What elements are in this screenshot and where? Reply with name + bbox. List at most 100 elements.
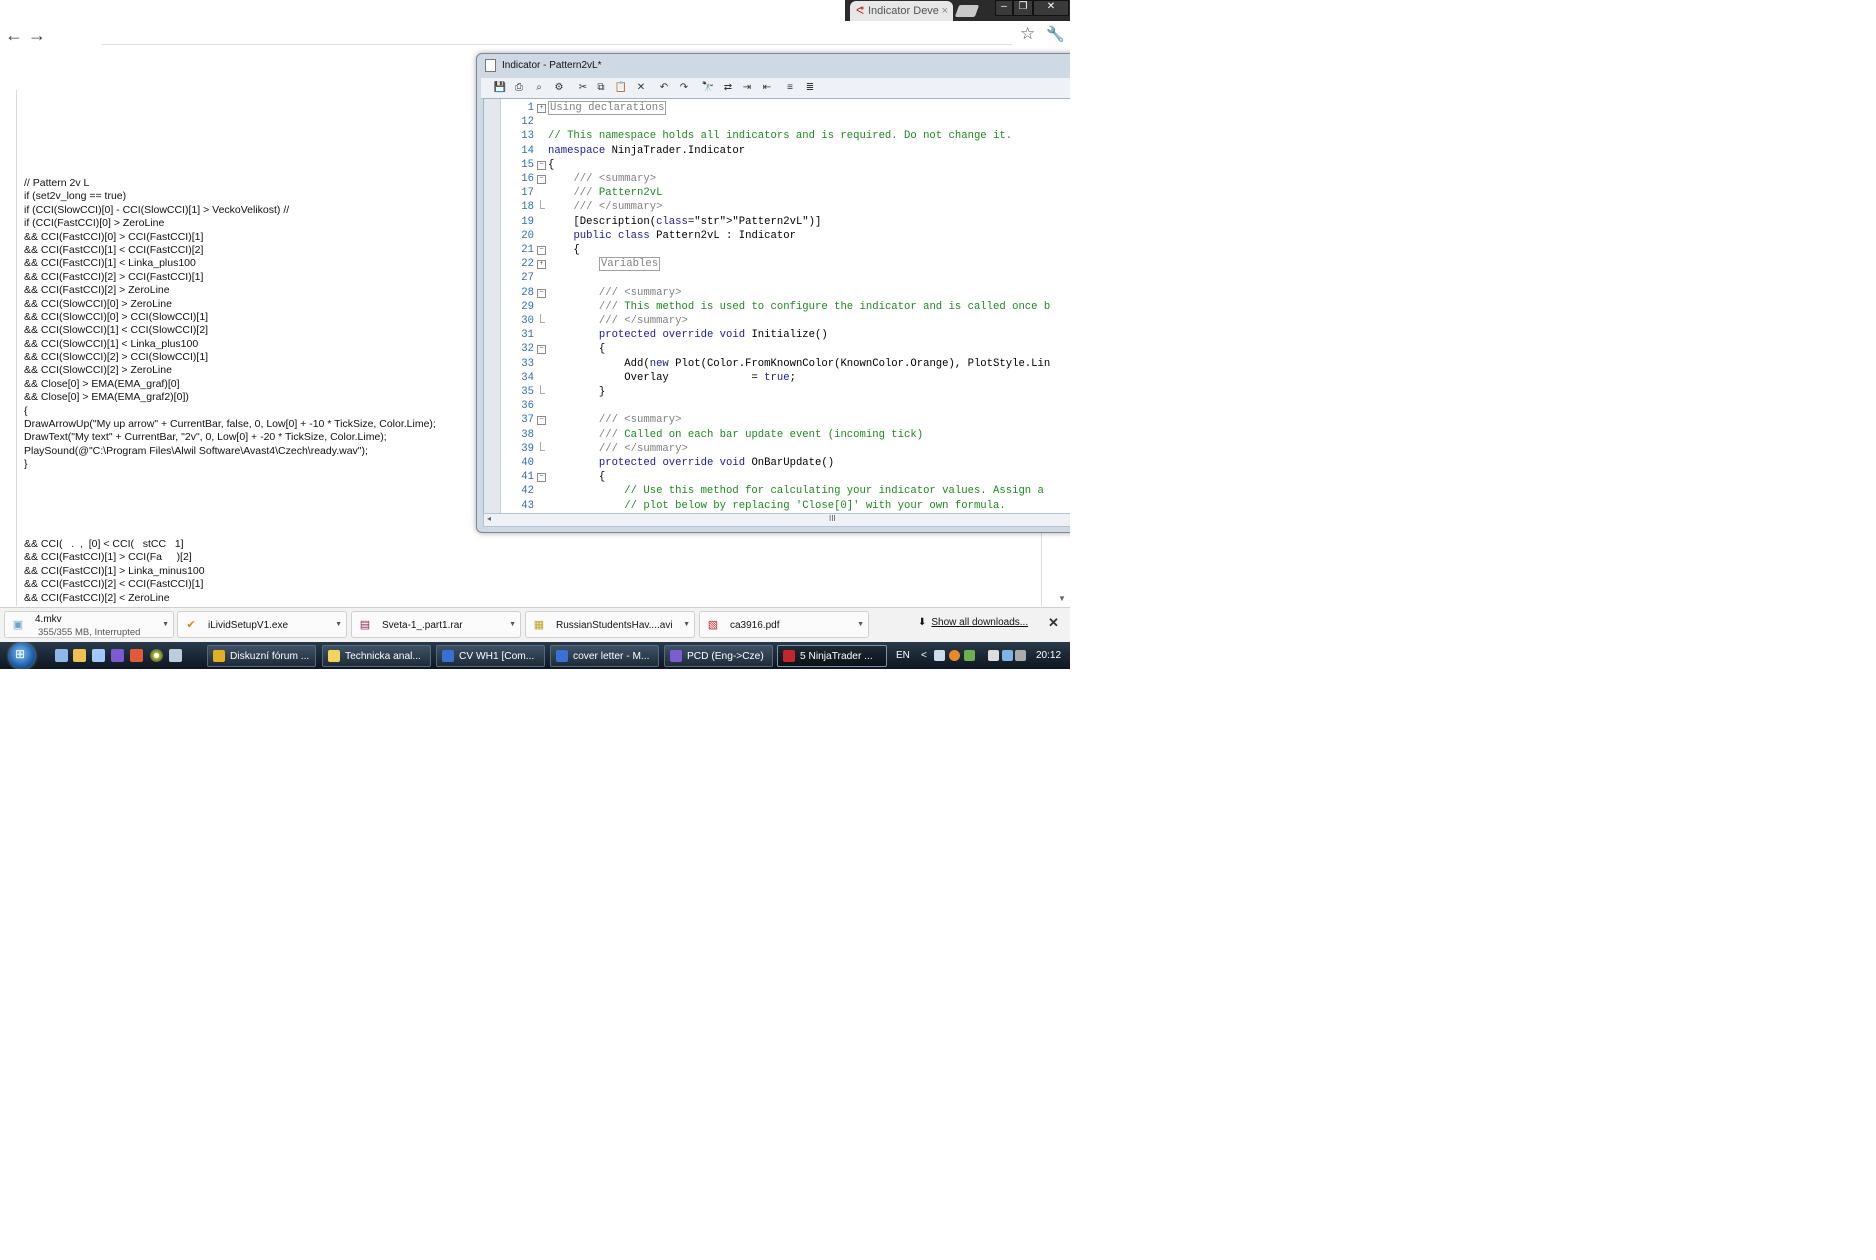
fold-expand-icon[interactable]: + [537,104,546,113]
download-menu-chevron-icon[interactable]: ▼ [683,621,690,628]
tray-network-icon[interactable] [934,650,945,661]
quicklaunch-app-icon[interactable] [111,649,124,662]
copy-icon[interactable]: ⧉ [594,81,608,95]
quicklaunch-chrome-icon[interactable] [150,649,163,662]
download-menu-chevron-icon[interactable]: ▼ [857,621,864,628]
show-all-downloads-link[interactable]: ⬇ Show all downloads... [918,617,1028,628]
editor-code-line[interactable]: 32− { [500,342,1070,356]
editor-code-line[interactable]: 38 /// Called on each bar update event (… [500,428,1070,442]
editor-code-line[interactable]: 18 /// </summary> [500,200,1070,214]
editor-title-bar[interactable]: Indicator - Pattern2vL* [481,57,1070,77]
code-editor[interactable]: 1 + Using declarations 12 13// This namespac… [483,98,1070,514]
outdent-icon[interactable]: ⇤ [760,81,774,95]
compile-icon[interactable]: ⚙ [552,81,566,95]
omnibox[interactable] [102,26,1012,45]
print-preview-icon[interactable]: ⌕ [532,81,546,95]
editor-code-line[interactable]: 34 Overlay = true; [500,371,1070,385]
fold-expand-icon[interactable]: + [537,260,546,270]
taskbar-button[interactable]: Diskuzní fórum ... [207,645,316,667]
print-icon[interactable]: ⎙ [512,81,526,95]
scroll-down-arrow-icon[interactable]: ▼ [1058,594,1066,603]
editor-code-line[interactable]: 14 namespace NinjaTrader.Indicator [500,144,1070,158]
download-item[interactable]: ▣ 4.mkv 355/355 MB, Interrupted ▼ [4,611,174,638]
tray-avast-icon[interactable] [949,650,960,661]
tray-monitor-icon[interactable] [1002,650,1013,661]
quicklaunch-media-icon[interactable] [130,649,143,662]
redo-icon[interactable]: ↷ [677,81,691,95]
editor-code-line[interactable]: 42 // Use this method for calculating yo… [500,484,1070,498]
taskbar-clock[interactable]: 20:12 [1036,650,1061,661]
editor-code-line[interactable]: 36 [500,399,1070,413]
taskbar-button[interactable]: cover letter - M... [550,645,659,667]
tray-volume-icon[interactable] [1015,650,1026,661]
editor-code-line[interactable]: 20 public class Pattern2vL : Indicator [500,229,1070,243]
editor-code-line[interactable]: 12 [500,115,1070,129]
undo-icon[interactable]: ↶ [657,81,671,95]
fold-collapse-icon[interactable]: − [537,473,546,483]
editor-code-line[interactable]: 41− { [500,470,1070,484]
editor-code-line[interactable]: 33 Add(new Plot(Color.FromKnownColor(Kno… [500,357,1070,371]
indent-icon[interactable]: ⇥ [740,81,754,95]
comment-icon[interactable]: ≡ [783,81,797,95]
taskbar-button[interactable]: PCD (Eng->Cze) [664,645,773,667]
forward-button[interactable]: → [27,25,47,46]
fold-collapse-icon[interactable]: − [537,160,546,170]
editor-code-line[interactable]: 29 /// This method is used to configure … [500,300,1070,314]
start-button[interactable]: ⊞ [9,643,35,669]
fold-collapse-icon[interactable]: − [537,345,546,355]
tab-close-icon[interactable]: × [942,1,948,21]
editor-code-line[interactable]: 30 /// </summary> [500,314,1070,328]
page-scrollbar-track[interactable] [1041,530,1042,606]
bookmark-star-icon[interactable]: ☆ [1020,24,1035,44]
download-item[interactable]: ▧ ca3916.pdf ▼ [699,611,869,638]
fold-collapse-icon[interactable]: − [537,288,546,298]
close-downloads-bar-icon[interactable]: ✕ [1048,615,1059,631]
replace-icon[interactable]: ⇄ [721,81,735,95]
save-icon[interactable]: 💾 [493,81,507,95]
editor-code-line[interactable]: 22 + Variables [500,257,1070,272]
download-item[interactable]: ▦ RussianStudentsHav....avi ▼ [525,611,695,638]
editor-code-line[interactable]: 35 } [500,385,1070,399]
fold-collapse-icon[interactable]: − [537,246,546,255]
editor-code-line[interactable]: 40 protected override void OnBarUpdate() [500,456,1070,470]
quicklaunch-ie-icon[interactable] [92,649,105,662]
fold-collapse-icon[interactable]: − [537,416,546,426]
editor-code-line[interactable]: 37− /// <summary> [500,413,1070,427]
editor-code-line[interactable]: 13 // This namespace holds all indicators… [500,129,1070,143]
close-window-button[interactable]: ✕ [1033,0,1069,16]
download-menu-chevron-icon[interactable]: ▼ [335,621,342,628]
back-button[interactable]: ← [4,25,24,46]
editor-code-line[interactable]: 17 /// Pattern2vL [500,186,1070,200]
download-menu-chevron-icon[interactable]: ▼ [509,621,516,628]
minimize-button[interactable]: – [995,0,1013,16]
editor-code-line[interactable]: 21− { [500,243,1070,257]
download-item[interactable]: ✔ iLividSetupV1.exe ▼ [177,611,347,638]
quicklaunch-keyboard-icon[interactable] [169,649,182,662]
editor-code-line[interactable]: 1 + Using declarations [500,101,1070,115]
tray-device-icon[interactable] [988,650,999,661]
editor-code-line[interactable]: 19 [Description(class="str">"Pattern2vL"… [500,215,1070,229]
editor-code-line[interactable]: 15−{ [500,158,1070,172]
editor-code-line[interactable]: 28− /// <summary> [500,286,1070,300]
wrench-menu-icon[interactable]: 🔧 [1046,25,1065,43]
tray-app-icon[interactable] [964,650,975,661]
editor-code-line[interactable]: 43 // plot below by replacing 'Close[0]'… [500,499,1070,513]
cut-icon[interactable]: ✂ [576,81,590,95]
taskbar-button[interactable]: 5 NinjaTrader ... [777,645,887,667]
paste-icon[interactable]: 📋 [614,81,628,95]
editor-horizontal-scrollbar[interactable]: ◂ III [483,513,1070,527]
language-indicator[interactable]: EN [896,650,910,661]
scroll-left-arrow-icon[interactable]: ◂ [487,514,491,523]
show-desktop-icon[interactable] [55,649,68,662]
find-icon[interactable]: 🔭 [701,81,715,95]
tray-expand-icon[interactable]: < [921,650,927,661]
scrollbar-grip[interactable]: III [829,514,836,523]
download-item[interactable]: ▤ Sveta-1_.part1.rar ▼ [351,611,521,638]
delete-icon[interactable]: ✕ [634,81,648,95]
maximize-button[interactable]: ❐ [1013,0,1033,16]
editor-code-line[interactable]: 31 protected override void Initialize() [500,328,1070,342]
browser-tab-indicator-dev[interactable]: ᕙ Indicator Deve × [850,1,953,21]
editor-code-line[interactable]: 39 /// </summary> [500,441,1070,456]
editor-code-line[interactable]: 16− /// <summary> [500,172,1070,186]
quicklaunch-folder-icon[interactable] [73,649,86,662]
